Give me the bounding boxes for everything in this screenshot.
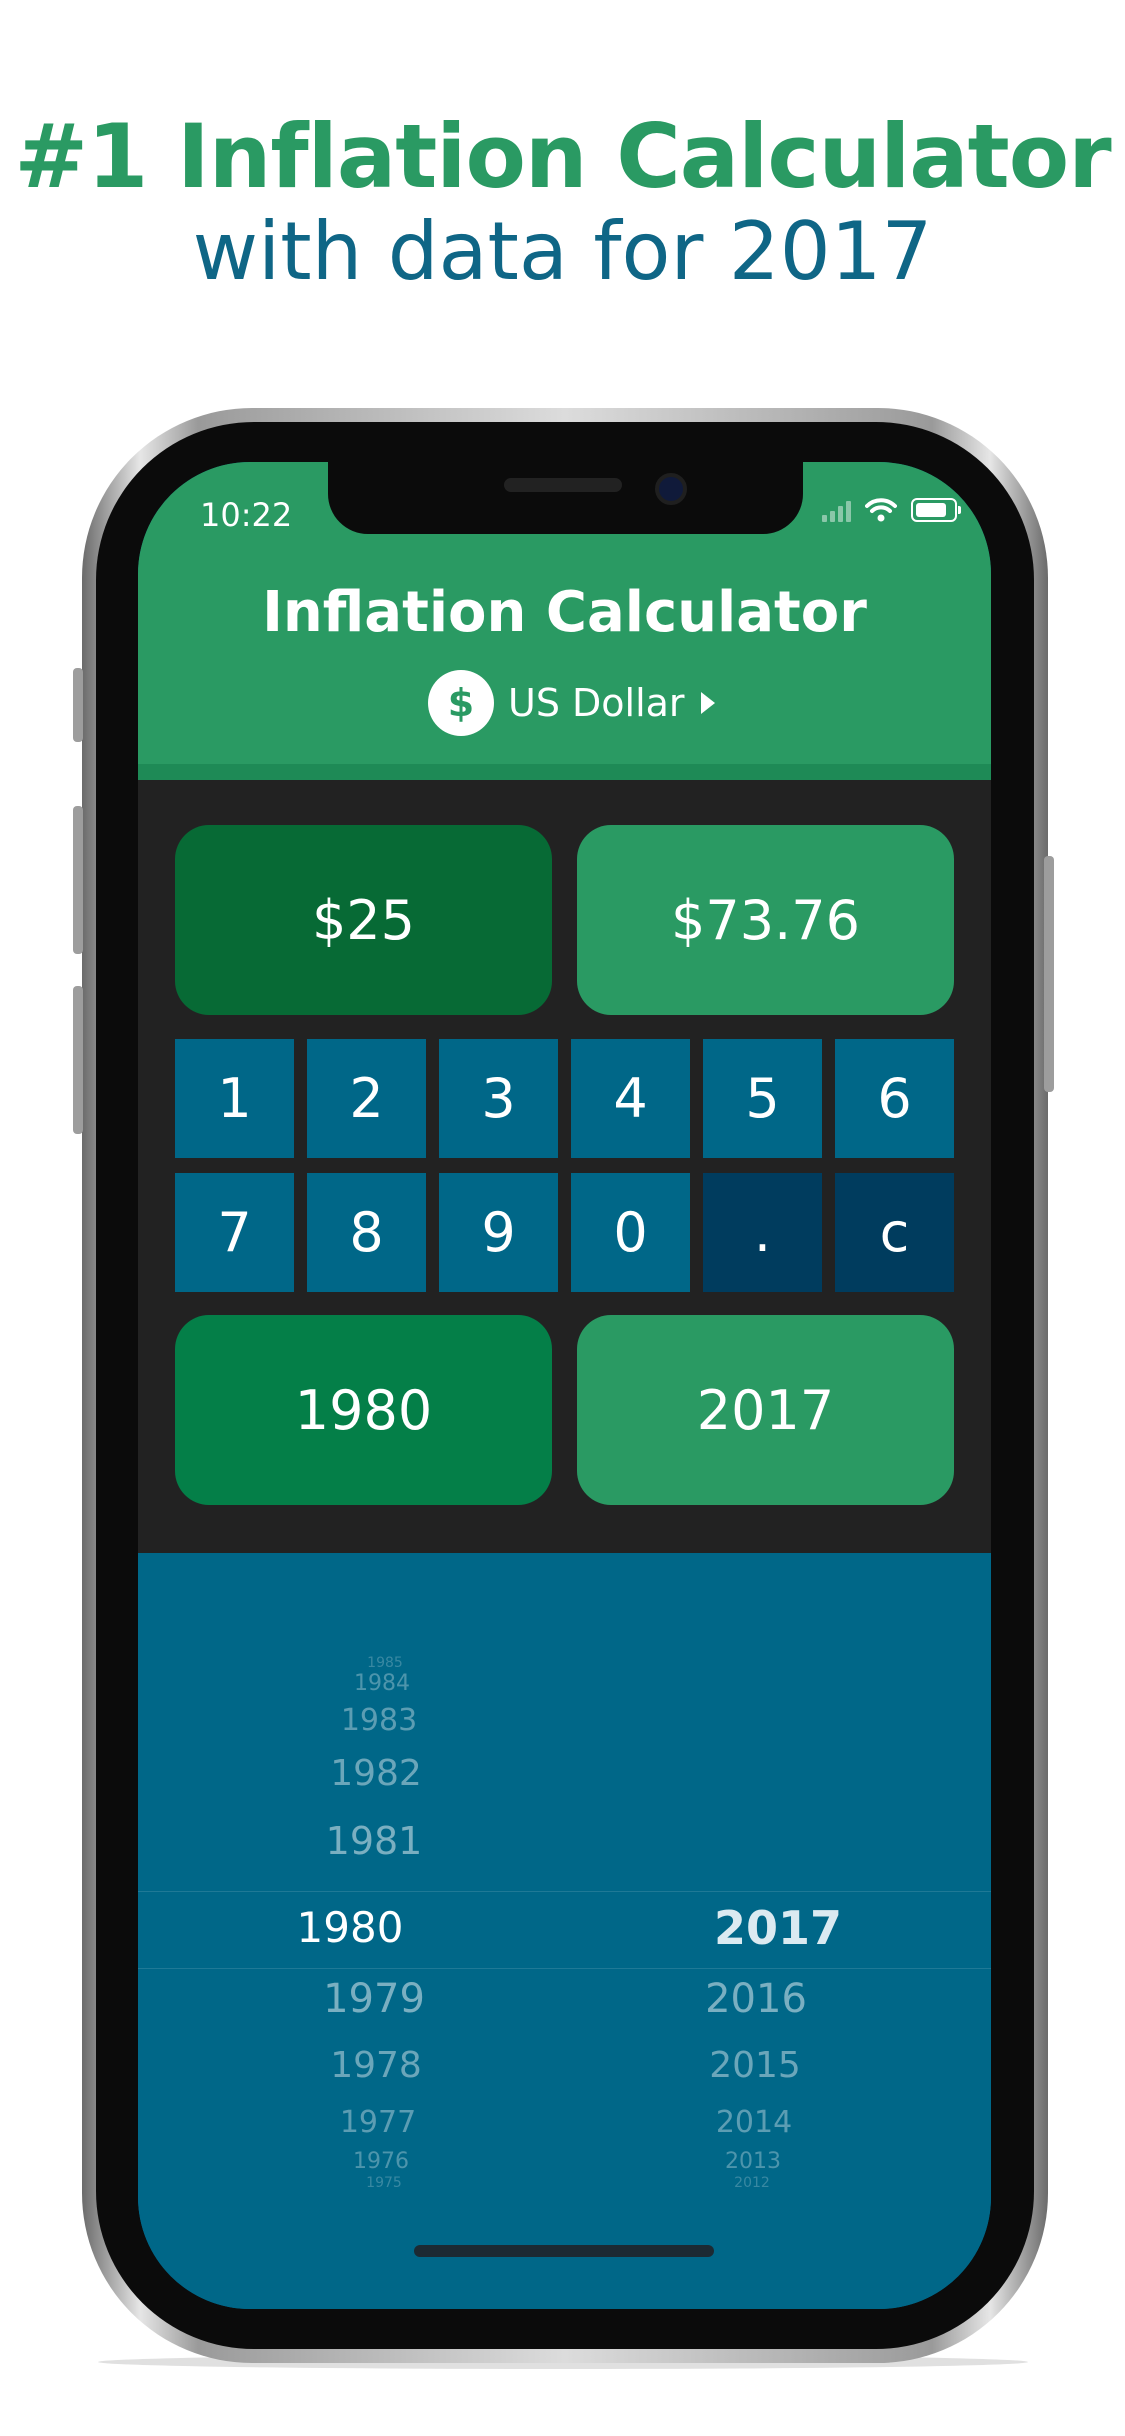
phone-mute-switch [73,668,83,742]
left-year-option[interactable]: 1985 [367,1655,403,1671]
dollar-icon: $ [428,670,494,736]
key-1[interactable]: 1 [175,1039,294,1158]
key-3[interactable]: 3 [439,1039,558,1158]
currency-selector[interactable]: $ US Dollar [428,668,715,738]
phone-volume-down-button [73,986,83,1134]
currency-label: US Dollar [508,681,685,725]
year-picker[interactable]: 1985 1984 1983 1982 1981 1980 2017 1979 … [138,1553,991,2309]
play-arrow-icon [700,692,715,714]
home-indicator[interactable] [414,2245,714,2257]
left-year-option[interactable]: 1976 [353,2149,409,2174]
from-year-button[interactable]: 1980 [175,1315,552,1505]
promo-title: #1 Inflation Calculator [14,105,1111,208]
status-time: 10:22 [200,496,293,534]
key-2[interactable]: 2 [307,1039,426,1158]
phone-power-button [1044,856,1054,1092]
left-year-option[interactable]: 1978 [330,2045,422,2086]
phone-notch [328,462,803,534]
key-decimal[interactable]: . [703,1173,822,1292]
right-year-option[interactable]: 2016 [705,1976,807,2022]
left-year-selected[interactable]: 1980 [297,1903,404,1952]
promo-subtitle: with data for 2017 [192,205,933,298]
battery-icon [911,498,961,522]
right-year-option[interactable]: 2014 [716,2105,792,2140]
to-amount-display[interactable]: $73.76 [577,825,954,1015]
wifi-icon [865,498,897,522]
right-year-option[interactable]: 2012 [734,2175,770,2191]
earpiece-speaker [504,478,622,492]
from-amount-display[interactable]: $25 [175,825,552,1015]
key-clear[interactable]: c [835,1173,954,1292]
key-0[interactable]: 0 [571,1173,690,1292]
left-year-option[interactable]: 1983 [341,1703,417,1738]
left-year-option[interactable]: 1981 [326,1819,423,1863]
left-year-option[interactable]: 1982 [330,1753,422,1794]
phone-volume-up-button [73,806,83,954]
calculator-panel: $25 $73.76 1 2 3 4 5 6 7 8 9 0 . c 1980 … [138,780,991,1553]
signal-icon [822,498,851,522]
status-icons [822,498,961,522]
right-year-option[interactable]: 2015 [709,2045,801,2086]
key-9[interactable]: 9 [439,1173,558,1292]
app-title: Inflation Calculator [262,580,867,645]
key-7[interactable]: 7 [175,1173,294,1292]
key-6[interactable]: 6 [835,1039,954,1158]
left-year-option[interactable]: 1975 [366,2175,402,2191]
key-5[interactable]: 5 [703,1039,822,1158]
right-year-selected[interactable]: 2017 [714,1901,842,1955]
picker-selection-band [138,1891,991,1969]
right-year-option[interactable]: 2013 [725,2149,781,2174]
left-year-option[interactable]: 1979 [323,1976,425,2022]
phone-screen: 10:22 Inflation Calculator $ US Dollar $… [138,462,991,2309]
header-divider [138,764,991,780]
key-4[interactable]: 4 [571,1039,690,1158]
front-camera [655,473,687,505]
left-year-option[interactable]: 1977 [340,2105,416,2140]
key-8[interactable]: 8 [307,1173,426,1292]
left-year-option[interactable]: 1984 [354,1671,410,1696]
to-year-button[interactable]: 2017 [577,1315,954,1505]
